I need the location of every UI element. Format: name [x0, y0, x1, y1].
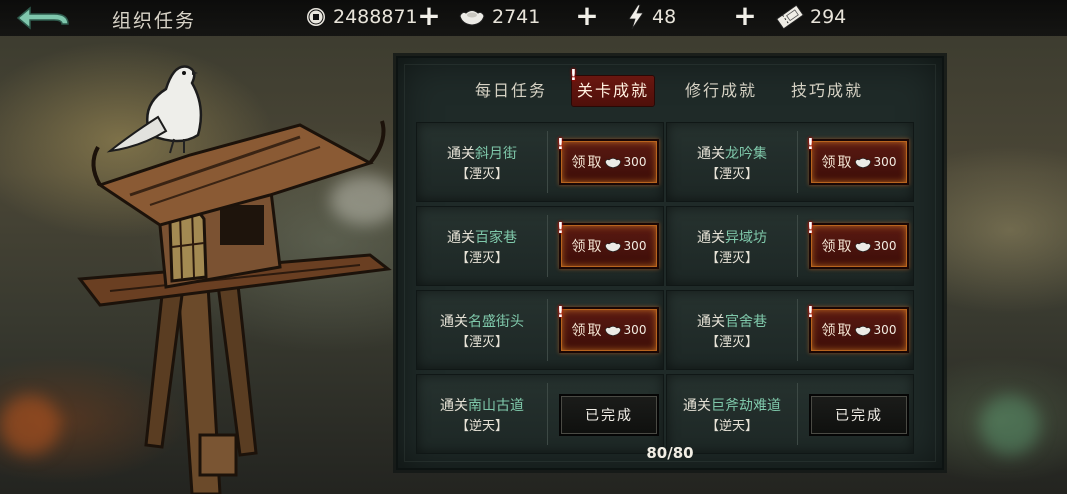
task-title: 通关百家巷: [447, 230, 517, 246]
task-card: 通关百家巷 【湮灭】 领取 300 !: [416, 206, 664, 286]
claim-button[interactable]: 领取 300: [559, 139, 659, 185]
alert-icon: !: [807, 303, 814, 321]
task-place: 官舍巷: [725, 314, 767, 330]
add-silver-button[interactable]: +: [575, 2, 599, 30]
claim-button[interactable]: 领取 300: [809, 139, 909, 185]
task-card: 通关南山古道 【逆天】 已完成: [416, 374, 664, 454]
back-arrow-icon: [16, 6, 69, 30]
task-place: 南山古道: [468, 398, 524, 414]
task-place: 百家巷: [475, 230, 517, 246]
task-title: 通关官舍巷: [697, 314, 767, 330]
pigeon-house-illustration: [77, 65, 392, 494]
add-coin-button[interactable]: +: [417, 2, 441, 30]
task-mode: 【湮灭】: [705, 251, 758, 266]
silver-ingot-icon: [854, 325, 871, 336]
coin-value: 2488871: [333, 6, 418, 28]
task-place: 龙吟集: [725, 146, 767, 162]
progress-counter: 80/80: [646, 444, 694, 462]
energy-counter: 48: [626, 3, 676, 31]
silver-ingot-icon: [854, 241, 871, 252]
task-mode: 【湮灭】: [705, 335, 758, 350]
task-mode: 【湮灭】: [705, 167, 758, 182]
task-title: 通关斜月街: [447, 146, 517, 162]
card-divider: [547, 299, 548, 361]
task-title: 通关南山古道: [440, 398, 524, 414]
task-mode: 【湮灭】: [455, 167, 508, 182]
task-place: 异域坊: [725, 230, 767, 246]
claim-button[interactable]: 领取 300: [559, 223, 659, 269]
lightning-icon: [628, 4, 644, 30]
task-mode: 【湮灭】: [455, 335, 508, 350]
add-energy-button[interactable]: +: [733, 2, 757, 30]
card-divider: [547, 131, 548, 193]
task-place: 名盛街头: [468, 314, 524, 330]
task-title: 通关巨斧劫难道: [683, 398, 781, 414]
alert-icon: !: [807, 219, 814, 237]
tab-stage-achievements[interactable]: 关卡成就: [572, 76, 654, 106]
coin-counter: 2488871: [305, 3, 418, 31]
claim-button[interactable]: 领取 300: [809, 307, 909, 353]
task-title: 通关龙吟集: [697, 146, 767, 162]
completed-button[interactable]: 已完成: [809, 394, 909, 436]
card-divider: [797, 131, 798, 193]
tab-alert-icon: !: [570, 66, 577, 84]
silver-ingot-icon: [459, 10, 485, 26]
coin-icon: [306, 7, 326, 27]
task-card: 通关龙吟集 【湮灭】 领取 300 !: [666, 122, 914, 202]
task-card: 通关名盛街头 【湮灭】 领取 300 !: [416, 290, 664, 370]
tab-daily-tasks[interactable]: 每日任务: [468, 76, 554, 106]
claim-button[interactable]: 领取 300: [809, 223, 909, 269]
task-card: 通关异域坊 【湮灭】 领取 300 !: [666, 206, 914, 286]
claim-button[interactable]: 领取 300: [559, 307, 659, 353]
alert-icon: !: [807, 135, 814, 153]
silver-value: 2741: [492, 6, 541, 28]
background-blur: [980, 395, 1040, 455]
silver-ingot-icon: [604, 157, 621, 168]
tab-bar: 每日任务 关卡成就 ! 修行成就 技巧成就: [398, 66, 942, 106]
task-title: 通关异域坊: [697, 230, 767, 246]
energy-value: 48: [652, 6, 677, 28]
card-divider: [797, 383, 798, 445]
card-divider: [797, 215, 798, 277]
task-card: 通关巨斧劫难道 【逆天】 已完成: [666, 374, 914, 454]
task-place: 斜月街: [475, 146, 517, 162]
task-mode: 【湮灭】: [455, 251, 508, 266]
task-mode: 【逆天】: [455, 419, 508, 434]
silver-ingot-icon: [854, 157, 871, 168]
task-card: 通关官舍巷 【湮灭】 领取 300 !: [666, 290, 914, 370]
ticket-value: 294: [810, 6, 847, 28]
page-title: 组织任务: [112, 10, 197, 32]
achievement-panel: 每日任务 关卡成就 ! 修行成就 技巧成就 通关斜月街 【湮灭】 领取 300 …: [396, 56, 944, 470]
alert-icon: !: [557, 303, 564, 321]
top-bar: 组织任务 2488871 + 2741 + 48 + 294: [0, 0, 1067, 36]
alert-icon: !: [557, 219, 564, 237]
completed-button[interactable]: 已完成: [559, 394, 659, 436]
silver-ingot-icon: [604, 325, 621, 336]
back-button[interactable]: [14, 4, 74, 32]
task-title: 通关名盛街头: [440, 314, 524, 330]
tab-training-achievements[interactable]: 修行成就: [678, 76, 764, 106]
background-blur: [0, 395, 60, 455]
ticket-counter: 294: [776, 3, 846, 31]
alert-icon: !: [557, 135, 564, 153]
tab-skill-achievements[interactable]: 技巧成就: [784, 76, 870, 106]
card-divider: [547, 215, 548, 277]
card-divider: [547, 383, 548, 445]
task-mode: 【逆天】: [705, 419, 758, 434]
silver-counter: 2741: [458, 3, 540, 31]
task-card: 通关斜月街 【湮灭】 领取 300 !: [416, 122, 664, 202]
ticket-icon: [776, 4, 804, 30]
card-divider: [797, 299, 798, 361]
silver-ingot-icon: [604, 241, 621, 252]
task-place: 巨斧劫难道: [711, 398, 781, 414]
